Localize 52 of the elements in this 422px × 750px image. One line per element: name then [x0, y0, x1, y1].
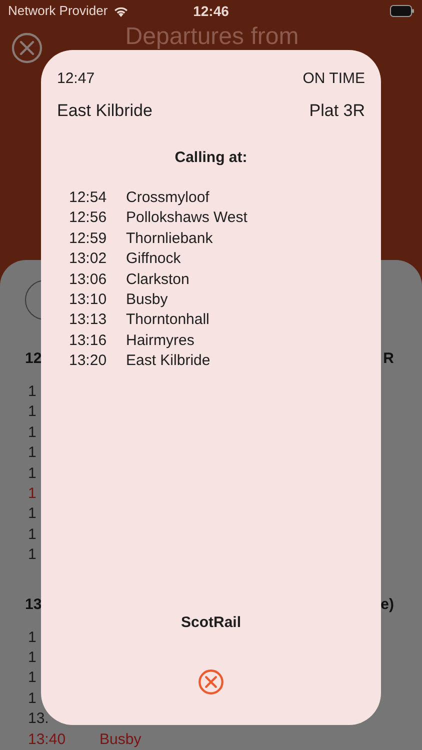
- stop-time: 13:10: [69, 290, 108, 310]
- screen-title: Departures from: [124, 24, 300, 50]
- departure-time: 1: [28, 545, 36, 566]
- stop-station: East Kilbride: [126, 351, 210, 372]
- group-platform: R: [383, 350, 394, 369]
- stop-station: Giffnock: [126, 249, 181, 270]
- stop-time: 13:13: [69, 310, 108, 330]
- platform: Plat 3R: [309, 101, 365, 122]
- stop-station: Thornliebank: [126, 228, 213, 249]
- stop-station: Pollokshaws West: [126, 208, 248, 228]
- departure-time: 13.: [28, 709, 49, 730]
- stop-time: 12:56: [69, 208, 108, 228]
- group-heading: 13: [25, 596, 42, 615]
- departure-time: 1: [28, 484, 36, 504]
- departure-time: 1: [28, 382, 36, 402]
- destination: East Kilbride: [57, 101, 152, 122]
- group-platform: e): [380, 596, 394, 615]
- departure-time: 13:40: [28, 730, 66, 750]
- departure-time: 1: [28, 668, 36, 688]
- close-icon: [11, 32, 43, 64]
- stop-station: Hairmyres: [126, 330, 194, 351]
- close-button[interactable]: [198, 669, 224, 695]
- departure-time: 1: [28, 422, 36, 443]
- stop-station: Thorntonhall: [126, 310, 210, 330]
- departure-time: 1: [28, 628, 36, 648]
- stop-time: 13:20: [69, 351, 108, 372]
- battery-icon: [390, 4, 414, 17]
- close-icon: [198, 669, 224, 695]
- calling-heading: Calling at:: [174, 149, 248, 166]
- stop-time: 13:06: [69, 270, 108, 290]
- carrier-name: Network Provider: [8, 3, 108, 18]
- departure-time: 1: [28, 524, 36, 545]
- departure-station: Busby: [100, 730, 142, 750]
- stop-station: Clarkston: [126, 270, 190, 290]
- stop-time: 13:02: [69, 249, 108, 270]
- operator-name: ScotRail: [180, 614, 242, 631]
- stop-time: 12:54: [69, 188, 108, 208]
- status-text: ON TIME: [302, 70, 365, 89]
- departure-time: 1: [28, 402, 36, 422]
- stop-time: 13:16: [69, 330, 108, 351]
- departure-time: 1: [28, 504, 36, 524]
- stop-station: Crossmyloof: [126, 188, 210, 208]
- group-heading: 12: [25, 350, 42, 369]
- stop-station: Busby: [126, 290, 168, 310]
- departure-time: 1: [28, 443, 36, 464]
- wifi-icon: [112, 4, 129, 17]
- stop-time: 12:59: [69, 228, 108, 249]
- departure-time: 1: [28, 648, 36, 668]
- status-time: 12:46: [193, 2, 229, 19]
- departure-time: 1: [28, 688, 36, 709]
- departure-time: 12:47: [57, 70, 95, 89]
- departure-time: 1: [28, 464, 36, 484]
